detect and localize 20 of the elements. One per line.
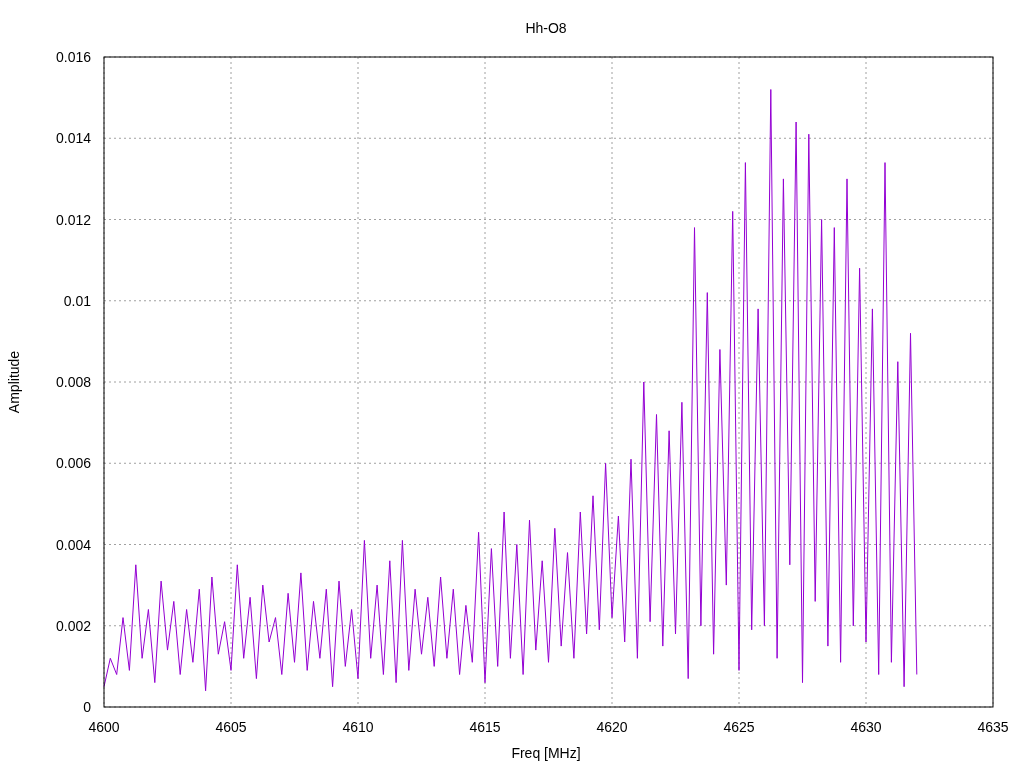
- tick-label: 0.002: [55, 617, 91, 634]
- tick-label: 0.01: [63, 292, 91, 309]
- tick-label: 0.004: [55, 536, 91, 553]
- tick-label: 4600: [88, 719, 120, 735]
- tick-label: 0.012: [55, 211, 91, 228]
- tick-label: 4605: [215, 719, 247, 735]
- tick-label: 4620: [596, 719, 628, 735]
- tick-label: 0: [83, 699, 91, 715]
- tick-label: 4625: [723, 719, 755, 735]
- tick-label: 4630: [850, 719, 882, 735]
- axis-label: Freq [MHz]: [511, 745, 581, 761]
- tick-label: 0.008: [55, 374, 91, 390]
- tick-label: 0.006: [55, 455, 91, 472]
- tick-label: 4610: [342, 719, 374, 735]
- tick-label: 0.014: [55, 130, 91, 147]
- axis-label: Amplitude: [6, 350, 22, 414]
- tick-label: 4615: [469, 719, 501, 735]
- tick-label: 4635: [977, 719, 1009, 735]
- chart-title: Hh-O8: [525, 20, 567, 36]
- tick-label: 0.016: [55, 49, 91, 65]
